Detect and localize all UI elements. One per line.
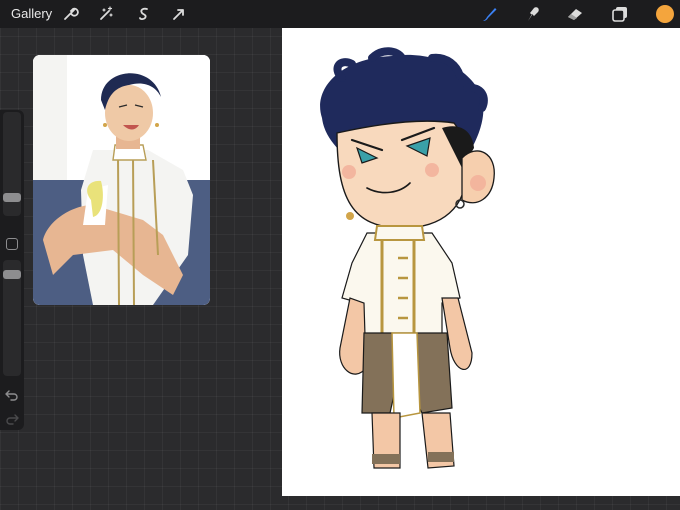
undo-icon[interactable] — [5, 388, 19, 401]
modify-button[interactable] — [6, 238, 18, 250]
smudge-icon[interactable] — [523, 4, 543, 24]
selection-icon[interactable] — [134, 4, 154, 24]
color-picker-button[interactable] — [656, 5, 674, 23]
wrench-icon[interactable] — [60, 4, 80, 24]
transform-icon[interactable] — [169, 4, 189, 24]
eraser-icon[interactable] — [565, 4, 585, 24]
brush-icon[interactable] — [480, 4, 500, 24]
opacity-thumb[interactable] — [3, 270, 21, 279]
magic-wand-icon[interactable] — [96, 4, 116, 24]
sidebar — [0, 110, 24, 430]
layers-icon[interactable] — [610, 4, 630, 24]
top-toolbar: Gallery — [0, 0, 680, 28]
drawing-canvas[interactable] — [282, 28, 680, 496]
reference-image[interactable] — [33, 55, 210, 305]
brush-size-thumb[interactable] — [3, 193, 21, 202]
gallery-button[interactable]: Gallery — [11, 6, 52, 21]
redo-icon[interactable] — [5, 412, 19, 425]
